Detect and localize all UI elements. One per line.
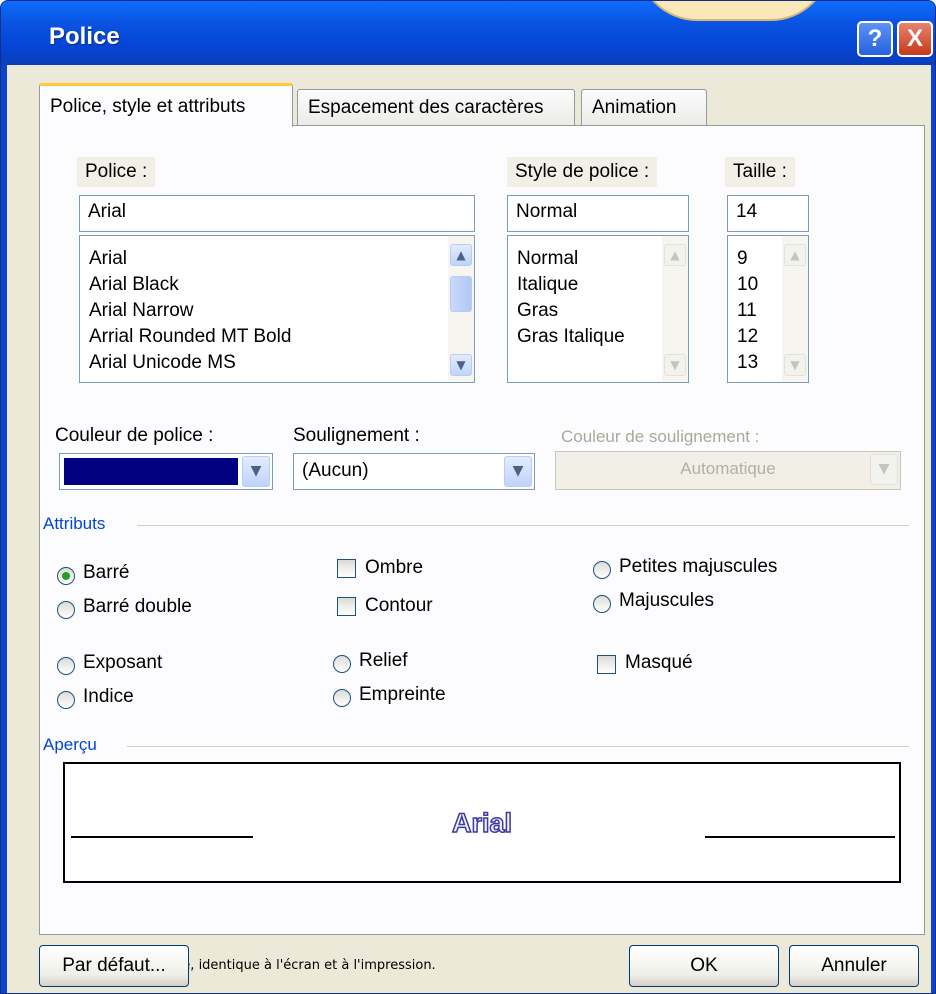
subscript-label[interactable]: Indice xyxy=(83,686,134,708)
font-list-scrollbar[interactable]: ▲ ▼ xyxy=(448,236,474,382)
underline-value: (Aucun) xyxy=(302,460,369,481)
all-caps-radio[interactable] xyxy=(593,595,611,613)
emboss-radio[interactable] xyxy=(333,655,351,673)
scroll-thumb[interactable] xyxy=(450,276,472,312)
outline-label[interactable]: Contour xyxy=(365,595,433,617)
font-list[interactable]: Arial Arial Black Arial Narrow Arrial Ro… xyxy=(79,235,475,383)
shadow-label[interactable]: Ombre xyxy=(365,557,423,579)
preview-divider xyxy=(127,746,909,747)
tab-animation[interactable]: Animation xyxy=(581,89,707,126)
chevron-down-icon[interactable]: ▼ xyxy=(242,456,270,487)
font-color-label: Couleur de police : xyxy=(55,425,214,446)
superscript-radio[interactable] xyxy=(57,657,75,675)
underline-color-label: Couleur de soulignement : xyxy=(561,427,760,446)
attributes-group-label: Attributs xyxy=(43,514,114,534)
tab-font-style-attributes[interactable]: Police, style et attributs xyxy=(39,83,293,127)
font-style-label: Style de police : xyxy=(507,157,658,187)
size-list-item[interactable]: 11 xyxy=(728,298,758,324)
font-style-list-item[interactable]: Gras xyxy=(508,298,625,324)
preview-box: Arial xyxy=(63,762,901,883)
font-style-list-scrollbar: ▲ ▼ xyxy=(662,236,688,382)
underline-color-select: Automatique ▼ xyxy=(555,451,901,490)
font-style-list-item[interactable]: Italique xyxy=(508,272,625,298)
font-style-list[interactable]: Normal Italique Gras Gras Italique ▲ ▼ xyxy=(507,235,689,383)
emboss-label[interactable]: Relief xyxy=(359,650,408,672)
size-list-item[interactable]: 12 xyxy=(728,324,758,350)
scroll-down-icon: ▼ xyxy=(784,354,806,376)
ok-button[interactable]: OK xyxy=(629,945,779,987)
font-list-item[interactable]: Arial Narrow xyxy=(80,298,291,324)
cancel-button[interactable]: Annuler xyxy=(789,945,919,987)
chevron-down-icon: ▼ xyxy=(870,454,898,485)
font-style-list-item[interactable]: Gras Italique xyxy=(508,324,625,350)
font-style-list-item[interactable]: Normal xyxy=(508,246,625,272)
font-label: Police : xyxy=(77,157,156,187)
font-list-item[interactable]: Arial xyxy=(80,246,291,272)
scroll-up-icon: ▲ xyxy=(784,244,806,266)
tab-character-spacing[interactable]: Espacement des caractères xyxy=(297,89,575,126)
preview-group-label: Aperçu xyxy=(43,735,105,755)
hidden-checkbox[interactable] xyxy=(597,655,616,674)
font-color-select[interactable]: ▼ xyxy=(59,453,273,490)
underline-label: Soulignement : xyxy=(293,425,420,446)
help-button[interactable]: ? xyxy=(857,21,893,57)
attributes-divider xyxy=(137,525,909,526)
double-strikethrough-label[interactable]: Barré double xyxy=(83,596,192,618)
font-list-item[interactable]: Arrial Rounded MT Bold xyxy=(80,324,291,350)
subscript-radio[interactable] xyxy=(57,691,75,709)
size-label: Taille : xyxy=(725,157,795,187)
dialog-title: Police xyxy=(49,23,120,50)
engrave-label[interactable]: Empreinte xyxy=(359,684,446,706)
size-input[interactable]: 14 xyxy=(727,195,809,232)
title-bar-decoration xyxy=(637,1,831,21)
size-list-item[interactable]: 9 xyxy=(728,246,758,272)
underline-select[interactable]: (Aucun) ▼ xyxy=(293,453,535,490)
font-list-item[interactable]: Arial Unicode MS xyxy=(80,350,291,376)
scroll-down-icon: ▼ xyxy=(664,354,686,376)
scroll-up-icon: ▲ xyxy=(664,244,686,266)
preview-text: Arial xyxy=(451,807,513,839)
default-button[interactable]: Par défaut... xyxy=(39,945,189,987)
size-list-item[interactable]: 13 xyxy=(728,350,758,376)
engrave-radio[interactable] xyxy=(333,689,351,707)
size-list-item[interactable]: 10 xyxy=(728,272,758,298)
size-list[interactable]: 9 10 11 12 13 ▲ ▼ xyxy=(727,235,809,383)
superscript-label[interactable]: Exposant xyxy=(83,652,162,674)
underline-color-value: Automatique xyxy=(680,459,776,478)
outline-checkbox[interactable] xyxy=(337,597,356,616)
shadow-checkbox[interactable] xyxy=(337,559,356,578)
all-caps-label[interactable]: Majuscules xyxy=(619,590,714,612)
title-bar[interactable]: Police ? X xyxy=(1,1,935,65)
chevron-down-icon[interactable]: ▼ xyxy=(504,456,532,487)
size-list-scrollbar: ▲ ▼ xyxy=(782,236,808,382)
scroll-up-icon[interactable]: ▲ xyxy=(450,244,472,266)
font-dialog: Police ? X Police, style et attributs Es… xyxy=(0,0,936,994)
font-style-input[interactable]: Normal xyxy=(507,195,689,232)
font-input[interactable]: Arial xyxy=(79,195,475,232)
hidden-label[interactable]: Masqué xyxy=(625,652,693,674)
font-list-item[interactable]: Arial Black xyxy=(80,272,291,298)
scroll-down-icon[interactable]: ▼ xyxy=(450,354,472,376)
strikethrough-label[interactable]: Barré xyxy=(83,562,129,584)
font-color-swatch xyxy=(64,458,238,485)
strikethrough-radio[interactable] xyxy=(57,567,75,585)
close-button[interactable]: X xyxy=(897,21,933,57)
small-caps-label[interactable]: Petites majuscules xyxy=(619,556,777,578)
small-caps-radio[interactable] xyxy=(593,561,611,579)
double-strikethrough-radio[interactable] xyxy=(57,601,75,619)
